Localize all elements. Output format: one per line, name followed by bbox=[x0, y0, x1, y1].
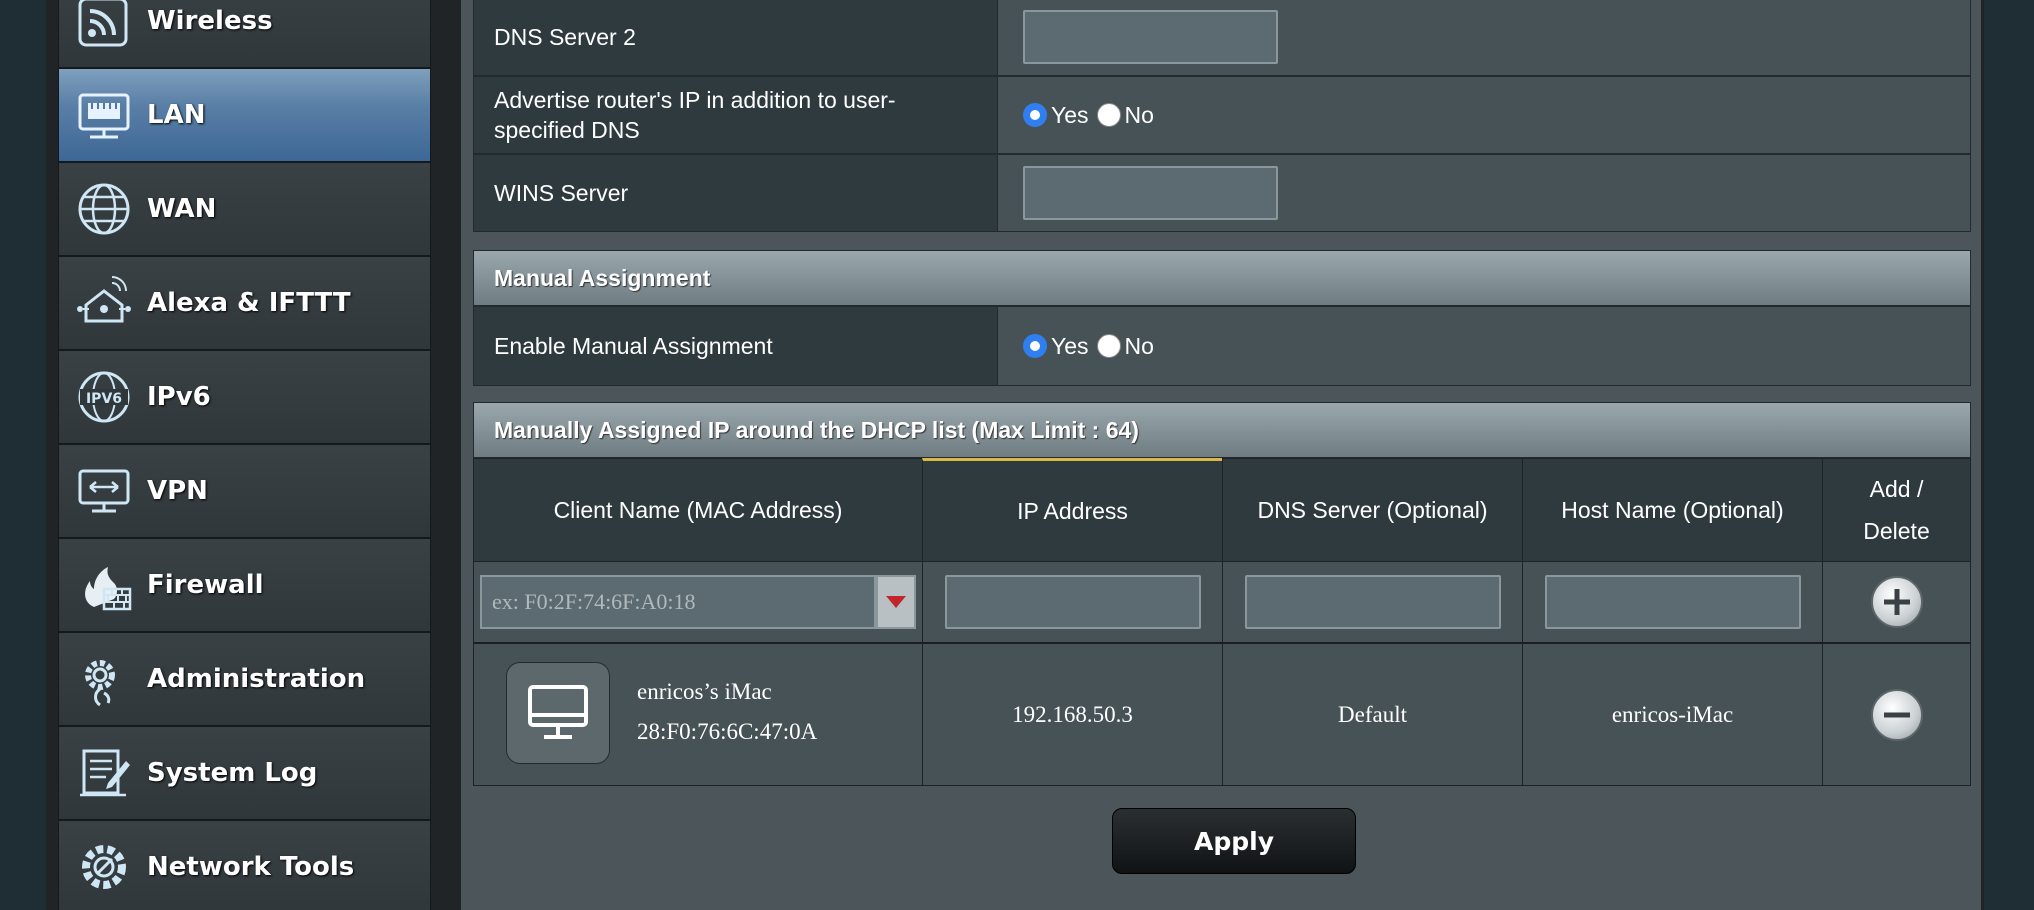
sidebar-item-label: Network Tools bbox=[147, 852, 355, 882]
firewall-icon bbox=[71, 552, 137, 618]
host-input-cell bbox=[1522, 561, 1823, 643]
sidebar-item-label: Wireless bbox=[147, 6, 273, 36]
dns-input-cell bbox=[1222, 561, 1523, 643]
minus-icon bbox=[1883, 712, 1910, 717]
ipv6-icon: IPV6 bbox=[71, 364, 137, 430]
sidebar-item-label: System Log bbox=[147, 758, 318, 788]
advertise-no-label: No bbox=[1124, 101, 1154, 128]
advertise-no-radio[interactable] bbox=[1096, 103, 1121, 127]
globe-icon bbox=[71, 176, 137, 242]
manual-yes-radio[interactable] bbox=[1023, 334, 1047, 358]
sidebar-item-label: Administration bbox=[147, 664, 366, 694]
apply-button[interactable]: Apply bbox=[1112, 808, 1356, 874]
sidebar-item-administration[interactable]: Administration bbox=[58, 632, 431, 726]
sidebar-item-vpn[interactable]: VPN bbox=[58, 444, 431, 538]
log-icon bbox=[71, 740, 137, 806]
content-panel: DNS Server 2 Advertise router's IP in ad… bbox=[461, 0, 1981, 910]
sidebar-item-label: Alexa & IFTTT bbox=[147, 288, 351, 318]
caret-down-icon bbox=[886, 596, 906, 608]
sidebar-item-firewall[interactable]: Firewall bbox=[58, 538, 431, 632]
table-cell-ip: 192.168.50.3 bbox=[922, 642, 1223, 786]
wireless-icon bbox=[71, 0, 137, 54]
svg-text:IPV6: IPV6 bbox=[86, 391, 122, 407]
sidebar-item-label: IPv6 bbox=[147, 382, 211, 412]
vpn-icon bbox=[71, 458, 137, 524]
dhcp-list-header: Manually Assigned IP around the DHCP lis… bbox=[473, 402, 1971, 458]
advertise-yes-label: Yes bbox=[1051, 101, 1089, 128]
client-input-cell bbox=[473, 561, 923, 643]
client-mac: 28:F0:76:6C:47:0A bbox=[637, 719, 818, 744]
table-cell-host: enricos-iMac bbox=[1522, 642, 1823, 786]
enable-manual-assignment-row: Enable Manual Assignment Yes No bbox=[473, 306, 1971, 386]
dhcp-list-table: Client Name (MAC Address) IP Address DNS… bbox=[473, 458, 1971, 788]
sidebar-item-wan[interactable]: WAN bbox=[58, 162, 431, 256]
client-name: enricos’s iMac bbox=[637, 679, 772, 704]
enable-manual-assignment-label: Enable Manual Assignment bbox=[474, 307, 998, 385]
column-header-add-delete: Add / Delete bbox=[1822, 458, 1971, 562]
column-header-client: Client Name (MAC Address) bbox=[473, 458, 923, 562]
host-name-input[interactable] bbox=[1544, 575, 1801, 629]
advertise-yes-radio[interactable] bbox=[1023, 103, 1047, 127]
plus-icon bbox=[1883, 589, 1910, 615]
wins-server-label: WINS Server bbox=[474, 155, 998, 231]
advertise-dns-radio-group: Yes No bbox=[1023, 102, 1162, 129]
wins-server-row: WINS Server bbox=[473, 154, 1971, 232]
client-info: enricos’s iMac 28:F0:76:6C:47:0A bbox=[637, 672, 817, 752]
client-mac-combobox bbox=[480, 575, 916, 629]
manual-yes-label: Yes bbox=[1051, 332, 1089, 359]
dns-server2-row: DNS Server 2 bbox=[473, 0, 1971, 76]
manual-no-radio[interactable] bbox=[1096, 334, 1121, 358]
add-cell bbox=[1822, 561, 1971, 643]
advertise-dns-row: Advertise router's IP in addition to use… bbox=[473, 76, 1971, 154]
gear-icon bbox=[71, 834, 137, 900]
sidebar-item-wireless[interactable]: Wireless bbox=[58, 0, 431, 68]
sidebar-item-ipv6[interactable]: IPV6 IPv6 bbox=[58, 350, 431, 444]
add-entry-button[interactable] bbox=[1870, 576, 1923, 628]
client-dropdown-button[interactable] bbox=[876, 575, 916, 629]
sidebar-item-system-log[interactable]: System Log bbox=[58, 726, 431, 820]
sidebar-menu: Wireless LAN WAN Alexa & IFTTT IPV6 IPv6… bbox=[58, 0, 431, 910]
desktop-icon bbox=[506, 662, 610, 764]
wins-server-input[interactable] bbox=[1023, 166, 1278, 220]
sidebar-item-alexa-ifttt[interactable]: Alexa & IFTTT bbox=[58, 256, 431, 350]
client-mac-input[interactable] bbox=[480, 575, 876, 629]
ip-input-cell bbox=[922, 561, 1223, 643]
table-row-client: enricos’s iMac 28:F0:76:6C:47:0A bbox=[473, 642, 923, 786]
smart-home-icon bbox=[71, 270, 137, 336]
ip-address-input[interactable] bbox=[944, 575, 1201, 629]
advertise-dns-label: Advertise router's IP in addition to use… bbox=[474, 77, 998, 153]
sidebar-item-label: Firewall bbox=[147, 570, 264, 600]
sidebar-item-label: LAN bbox=[147, 100, 206, 130]
manual-assignment-radio-group: Yes No bbox=[1023, 333, 1162, 360]
manual-no-label: No bbox=[1124, 332, 1154, 359]
dns-server-input[interactable] bbox=[1244, 575, 1501, 629]
column-header-dns: DNS Server (Optional) bbox=[1222, 458, 1523, 562]
lan-icon bbox=[71, 82, 137, 148]
delete-cell bbox=[1822, 642, 1971, 786]
column-header-ip: IP Address bbox=[922, 458, 1223, 562]
dns-server2-label: DNS Server 2 bbox=[474, 0, 998, 75]
column-header-host: Host Name (Optional) bbox=[1522, 458, 1823, 562]
sidebar-item-lan[interactable]: LAN bbox=[58, 68, 431, 162]
table-cell-dns: Default bbox=[1222, 642, 1523, 786]
delete-entry-button[interactable] bbox=[1870, 688, 1923, 741]
sidebar-item-label: VPN bbox=[147, 476, 208, 506]
sidebar-item-network-tools[interactable]: Network Tools bbox=[58, 820, 431, 910]
dns-server2-input[interactable] bbox=[1023, 10, 1278, 64]
manual-assignment-header: Manual Assignment bbox=[473, 250, 1971, 306]
sidebar-item-label: WAN bbox=[147, 194, 217, 224]
gear-icon bbox=[71, 646, 137, 712]
